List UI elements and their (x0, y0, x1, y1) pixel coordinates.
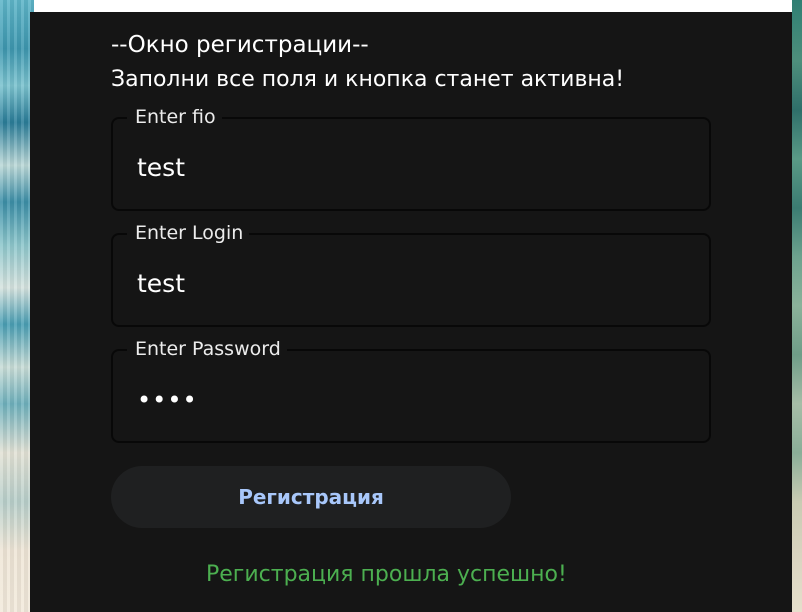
page-subtitle: Заполни все поля и кнопка станет активна… (111, 67, 625, 92)
fio-field-label: Enter fio (127, 104, 222, 130)
background-image-left (0, 0, 34, 612)
login-field[interactable]: Enter Login test (111, 220, 711, 327)
login-field-value: test (137, 269, 186, 298)
fio-field[interactable]: Enter fio test (111, 104, 711, 211)
password-field[interactable]: Enter Password •••• (111, 336, 711, 443)
register-button[interactable]: Регистрация (111, 466, 511, 528)
background-image-right (792, 0, 802, 612)
page-title: --Окно регистрации-- (111, 32, 369, 58)
login-field-label: Enter Login (127, 220, 250, 246)
password-field-value: •••• (137, 386, 198, 414)
status-message: Регистрация прошла успешно! (206, 562, 567, 587)
password-field-label: Enter Password (127, 336, 287, 362)
fio-field-value: test (137, 153, 186, 182)
app-window: --Окно регистрации-- Заполни все поля и … (0, 0, 802, 612)
